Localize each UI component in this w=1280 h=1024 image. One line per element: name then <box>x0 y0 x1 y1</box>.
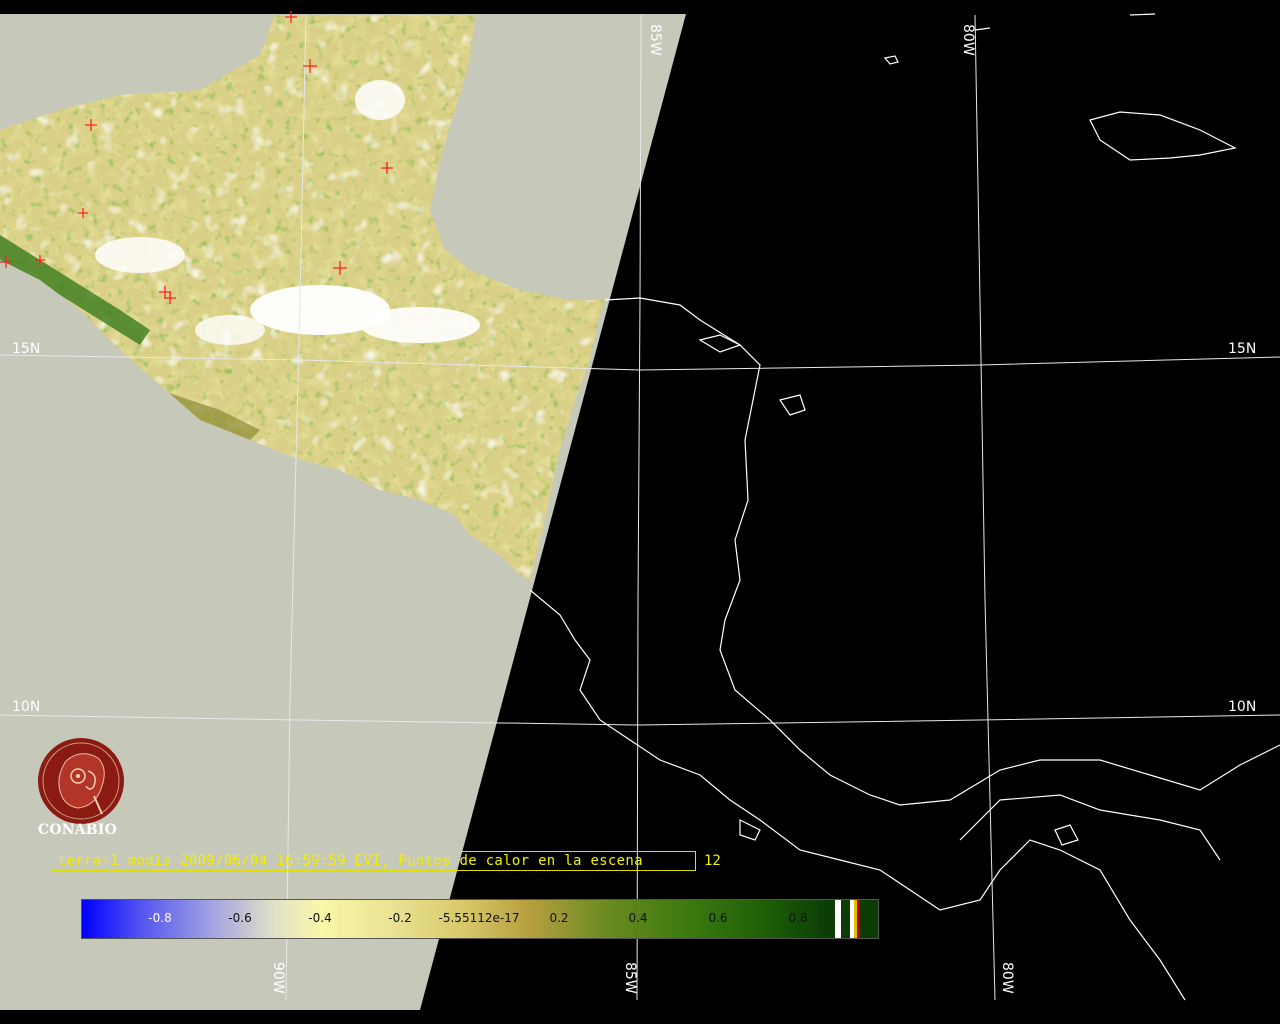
lon-label-80w-top: 80W <box>960 24 976 56</box>
lat-label-10n-right: 10N <box>1228 699 1257 715</box>
colorbar-flag-marks <box>835 900 860 938</box>
colorbar-tick: 0.2 <box>549 911 569 925</box>
lat-label-10n-left: 10N <box>12 699 41 715</box>
colorbar-tick: -0.6 <box>228 911 252 925</box>
logo-wordmark: CONABIO <box>38 822 117 838</box>
colorbar-tick: -0.2 <box>388 911 412 925</box>
conabio-macaw-logo-icon <box>38 738 124 824</box>
colorbar-tick: 0.6 <box>708 911 728 925</box>
lat-label-15n-left: 15N <box>12 341 41 357</box>
colorbar-tick: -0.8 <box>148 911 172 925</box>
colorbar-tick: -5.55112e-17 <box>438 911 520 925</box>
colorbar-tick: 0.8 <box>788 911 808 925</box>
lon-label-85w-top: 85W <box>647 24 663 56</box>
lon-label-90w-bottom: 90W <box>270 962 286 994</box>
lon-label-85w-bottom: 85W <box>622 962 638 994</box>
scene-caption: terra-1 modis 2009/06/04 16:59:59 EVI, P… <box>58 853 643 869</box>
colorbar-tick: 0.4 <box>628 911 648 925</box>
fire-count: 12 <box>704 853 721 869</box>
colorbar-tick: -0.4 <box>308 911 332 925</box>
map-viewer: 15N 15N 10N 10N 85W 80W 85W 80W 90W CONA… <box>0 0 1280 1024</box>
lat-label-15n-right: 15N <box>1228 341 1257 357</box>
lon-label-80w-bottom: 80W <box>999 962 1015 994</box>
